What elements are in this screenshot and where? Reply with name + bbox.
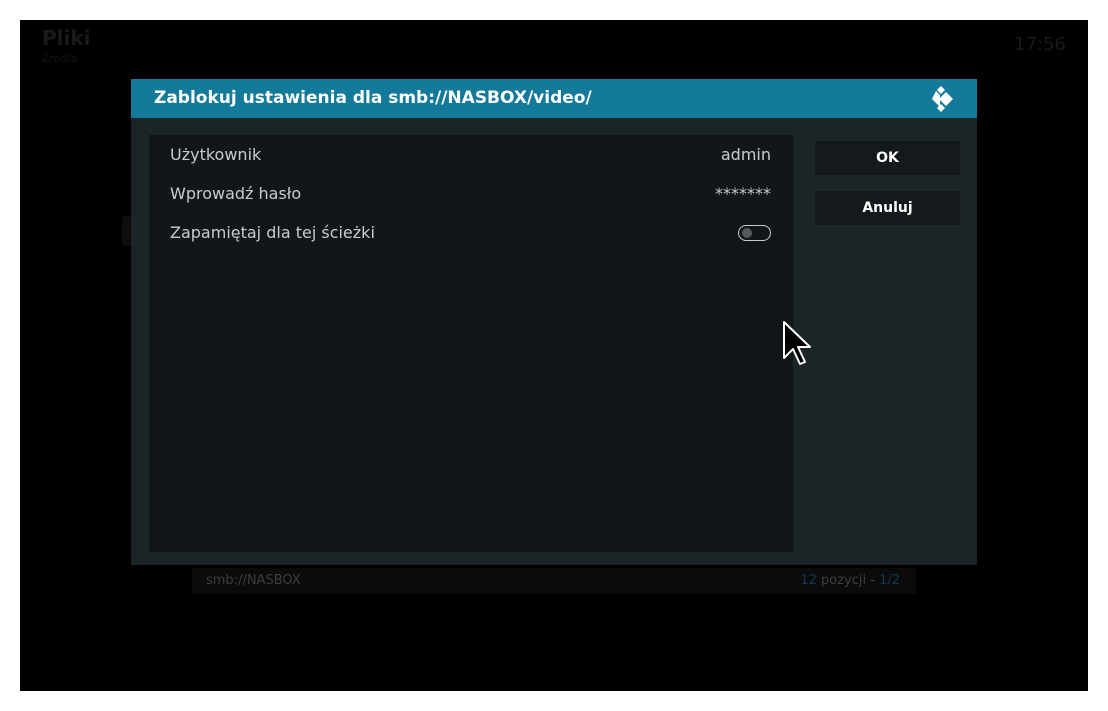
mouse-pointer-icon xyxy=(783,321,811,365)
password-value: ******* xyxy=(715,184,771,203)
kodi-logo-icon xyxy=(932,86,953,112)
count-separator: - xyxy=(870,573,875,588)
cancel-button[interactable]: Anuluj xyxy=(815,191,960,225)
background-footer-count: 12 pozycji - 1/2 xyxy=(800,573,900,588)
username-value: admin xyxy=(720,145,771,164)
remember-path-row[interactable]: Zapamiętaj dla tej ścieżki xyxy=(149,214,793,252)
dialog-header: Zablokuj ustawienia dla smb://NASBOX/vid… xyxy=(131,79,977,118)
lock-settings-dialog: Zablokuj ustawienia dla smb://NASBOX/vid… xyxy=(131,79,977,565)
remember-path-label: Zapamiętaj dla tej ścieżki xyxy=(170,223,375,242)
toggle-knob xyxy=(742,228,752,238)
username-row[interactable]: Użytkownik admin xyxy=(149,136,793,174)
item-count-word: pozycji xyxy=(821,573,867,588)
background-window-subtitle: Źródła xyxy=(42,52,78,65)
dialog-title: Zablokuj ustawienia dla smb://NASBOX/vid… xyxy=(154,88,592,108)
page-indicator: 1/2 xyxy=(879,573,900,588)
password-row[interactable]: Wprowadź hasło ******* xyxy=(149,175,793,213)
background-window-title: Pliki xyxy=(42,26,91,50)
password-label: Wprowadź hasło xyxy=(170,184,302,203)
remember-path-toggle[interactable] xyxy=(738,225,771,241)
background-footer: smb://NASBOX 12 pozycji - 1/2 xyxy=(192,568,916,594)
settings-list: Użytkownik admin Wprowadź hasło ******* … xyxy=(149,135,793,552)
item-count: 12 xyxy=(800,573,817,588)
background-footer-path: smb://NASBOX xyxy=(206,573,301,588)
ok-button[interactable]: OK xyxy=(815,141,960,175)
username-label: Użytkownik xyxy=(170,145,262,164)
screen: Pliki Źródła 17:56 smb://NASBOX 12 pozyc… xyxy=(20,20,1088,691)
background-clock: 17:56 xyxy=(1014,34,1066,55)
